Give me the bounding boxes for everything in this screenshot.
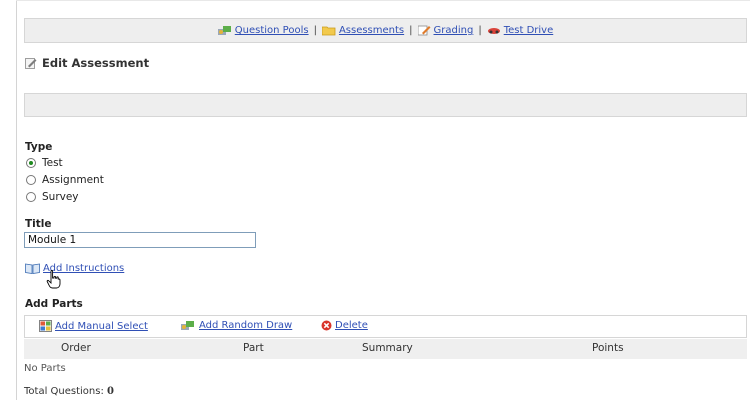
random-draw-icon (181, 321, 194, 330)
radio-button[interactable] (26, 192, 36, 202)
add-random-draw-link[interactable]: Add Random Draw (199, 320, 292, 331)
add-instructions[interactable]: Add Instructions (25, 263, 124, 274)
pencil-icon (417, 25, 431, 36)
title-input[interactable] (24, 232, 256, 248)
nav-separator: | (478, 25, 482, 36)
type-option-assignment[interactable]: Assignment (26, 174, 104, 186)
page-title: Edit Assessment (25, 56, 149, 70)
add-manual-select[interactable]: Add Manual Select (39, 320, 148, 332)
frame-left-border (16, 0, 17, 400)
column-header-order: Order (61, 342, 91, 354)
delete-part[interactable]: Delete (321, 320, 368, 331)
radio-button[interactable] (26, 175, 36, 185)
frame-top-border (16, 0, 750, 1)
edit-icon (25, 58, 37, 69)
book-icon (25, 263, 40, 274)
radio-label: Assignment (42, 174, 104, 186)
total-questions-label: Total Questions: (24, 386, 104, 397)
folder-icon (321, 26, 336, 36)
hand-cursor-icon (46, 270, 61, 289)
test-drive-icon (487, 27, 500, 34)
radio-label: Survey (42, 191, 79, 203)
total-questions-value: 0 (107, 386, 114, 397)
grid-icon (39, 320, 52, 332)
radio-button[interactable] (26, 158, 36, 168)
nav-assessments-link[interactable]: Assessments (339, 25, 404, 36)
add-parts-heading: Add Parts (25, 298, 83, 310)
nav-separator: | (313, 25, 317, 36)
column-header-points: Points (592, 342, 624, 354)
add-manual-select-link[interactable]: Add Manual Select (55, 321, 148, 332)
page-title-text: Edit Assessment (42, 56, 150, 70)
type-option-survey[interactable]: Survey (26, 191, 79, 203)
nav-question-pools-link[interactable]: Question Pools (235, 25, 309, 36)
add-random-draw[interactable]: Add Random Draw (181, 320, 292, 331)
nav-test-drive-link[interactable]: Test Drive (504, 25, 554, 36)
column-header-part: Part (243, 342, 264, 354)
type-label: Type (25, 141, 53, 153)
radio-label: Test (42, 157, 63, 169)
delete-link[interactable]: Delete (335, 320, 368, 331)
question-pools-icon (217, 26, 231, 35)
nav-separator: | (409, 25, 413, 36)
no-parts-message: No Parts (24, 363, 66, 374)
nav-grading-link[interactable]: Grading (434, 25, 474, 36)
top-nav-bar: Question Pools | Assessments | Grading |… (24, 18, 747, 43)
column-header-summary: Summary (362, 342, 413, 354)
type-option-test[interactable]: Test (26, 157, 63, 169)
delete-icon (321, 320, 332, 331)
secondary-toolbar (24, 93, 747, 117)
title-label: Title (25, 218, 52, 230)
total-questions: Total Questions: 0 (24, 386, 114, 397)
